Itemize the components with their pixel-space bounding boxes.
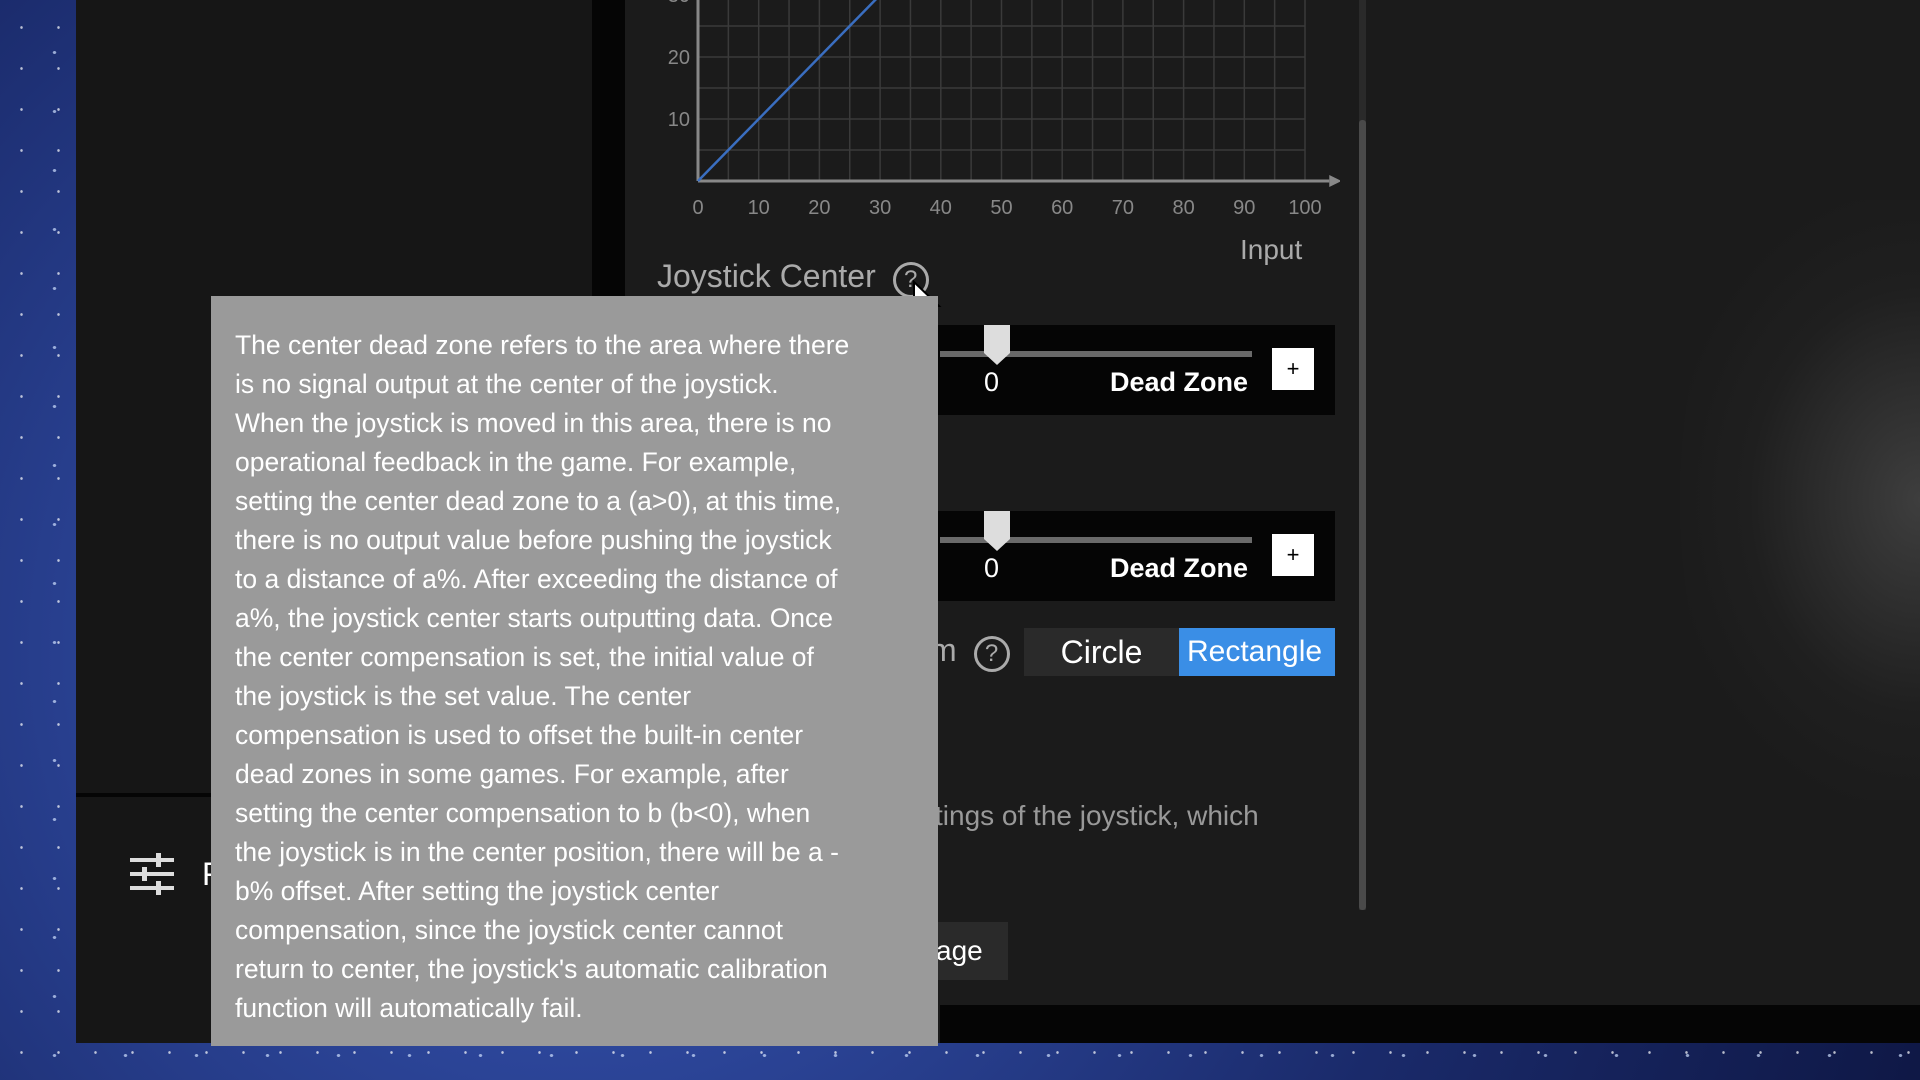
- description-text: tings of the joystick, which: [935, 800, 1259, 831]
- x-axis-arrow: [1329, 175, 1340, 187]
- tooltip-line: return to center, the joystick's automat…: [235, 954, 828, 984]
- tooltip-line: a%, the joystick center starts outputtin…: [235, 603, 834, 633]
- button-label: age: [936, 935, 983, 966]
- tooltip-line: setting the center dead zone to a (a>0),…: [235, 486, 842, 516]
- section-title: Joystick Center: [657, 258, 876, 294]
- tooltip-line: function will automatically fail.: [235, 993, 583, 1023]
- slider-thumb[interactable]: [984, 511, 1010, 551]
- tooltip-line: The center dead zone refers to the area …: [235, 330, 850, 360]
- sliders-icon[interactable]: [128, 852, 176, 896]
- x-tick-label: 80: [1172, 197, 1194, 219]
- x-tick-label: 30: [869, 197, 891, 219]
- y-tick-label: 10: [668, 109, 690, 131]
- help-icon[interactable]: ?: [973, 636, 1010, 672]
- controller-image: [1680, 200, 1920, 800]
- x-tick-label: 90: [1233, 197, 1255, 219]
- slider-thumb[interactable]: [984, 325, 1010, 365]
- shape-row: m ?: [930, 632, 1010, 672]
- slider-value: 0: [984, 553, 1000, 583]
- tooltip-line: the joystick is the set value. The cente…: [235, 681, 692, 711]
- increment-button[interactable]: +: [1272, 348, 1314, 390]
- tooltip-line: is no signal output at the center of the…: [235, 369, 779, 399]
- tooltip-line: operational feedback in the game. For ex…: [235, 447, 797, 477]
- scrollbar-thumb[interactable]: [1359, 120, 1366, 910]
- option-circle[interactable]: Circle: [1024, 628, 1179, 676]
- x-tick-label: 60: [1051, 197, 1073, 219]
- x-tick-label: 100: [1288, 197, 1321, 219]
- y-tick-label: 30: [668, 0, 690, 7]
- dead-zone-row: 0 Dead Zone +: [900, 325, 1335, 415]
- tooltip-line: setting the center compensation to b (b<…: [235, 798, 811, 828]
- tooltip-line: dead zones in some games. For example, a…: [235, 759, 789, 789]
- joystick-center-heading: Joystick Center ?: [657, 258, 929, 298]
- bottom-bar: [940, 1005, 1920, 1043]
- x-tick-label: 0: [692, 197, 703, 219]
- option-rectangle[interactable]: Rectangle: [1179, 628, 1335, 676]
- x-tick-label: 10: [748, 197, 770, 219]
- y-tick-label: 20: [668, 47, 690, 69]
- response-curve-chart: 0 10 20 30 40 50 60 70 80 90 100 10 20 30: [668, 0, 1340, 219]
- tooltip-line: to a distance of a%. After exceeding the…: [235, 564, 838, 594]
- x-tick-label: 40: [930, 197, 952, 219]
- joystick-center-tooltip: The center dead zone refers to the area …: [211, 296, 938, 1046]
- increment-button[interactable]: +: [1272, 534, 1314, 576]
- tooltip-line: compensation, since the joystick center …: [235, 915, 783, 945]
- tooltip-line: the center compensation is set, the init…: [235, 642, 814, 672]
- x-axis-label: Input: [1240, 234, 1303, 265]
- x-tick-label: 50: [990, 197, 1012, 219]
- tooltip-line: there is no output value before pushing …: [235, 525, 832, 555]
- dead-zone-label: Dead Zone: [1110, 367, 1249, 397]
- dead-zone-label: Dead Zone: [1110, 553, 1249, 583]
- tooltip-line: the joystick is in the center position, …: [235, 837, 839, 867]
- x-tick-label: 20: [808, 197, 830, 219]
- x-tick-label: 70: [1112, 197, 1134, 219]
- tooltip-line: compensation is used to offset the built…: [235, 720, 804, 750]
- dead-zone-row: 0 Dead Zone +: [900, 511, 1335, 601]
- shape-toggle: Circle Rectangle: [1024, 628, 1335, 676]
- tooltip-line: When the joystick is moved in this area,…: [235, 408, 832, 438]
- slider-value: 0: [984, 367, 1000, 397]
- tooltip-line: b% offset. After setting the joystick ce…: [235, 876, 720, 906]
